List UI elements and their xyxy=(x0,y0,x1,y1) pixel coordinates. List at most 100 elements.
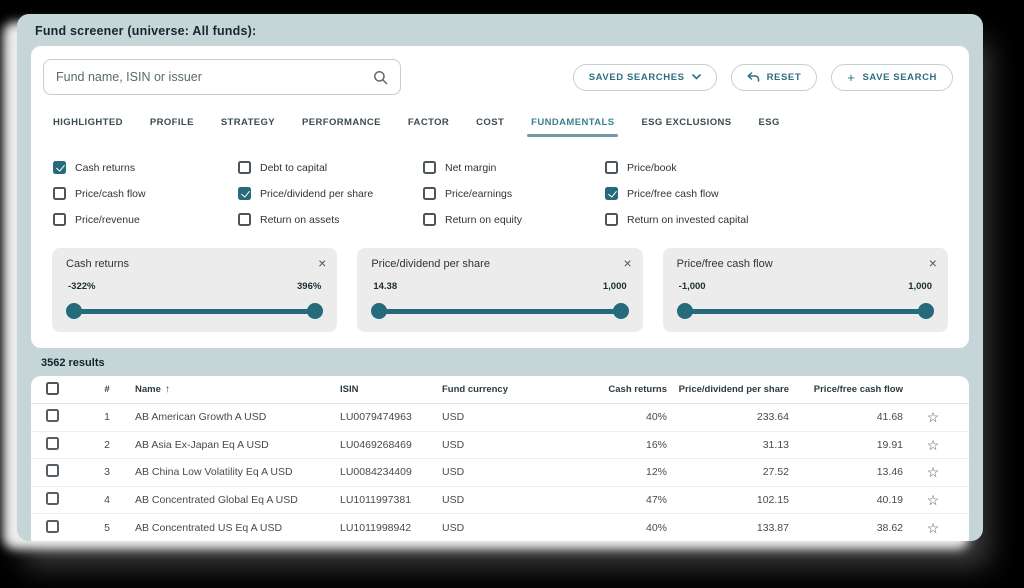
filter-checkbox-return-on-invested-capital[interactable]: Return on invested capital xyxy=(605,213,969,226)
filter-checkbox-debt-to-capital[interactable]: Debt to capital xyxy=(238,161,423,174)
tab-cost[interactable]: COST xyxy=(476,117,504,137)
price-fcf-value: 40.19 xyxy=(876,493,903,506)
tab-fundamentals[interactable]: FUNDAMENTALS xyxy=(527,117,619,137)
favorite-star-icon[interactable]: ☆ xyxy=(903,521,963,535)
checkbox-icon[interactable] xyxy=(53,187,66,200)
table-row[interactable]: 4 AB Concentrated Global Eq A USD LU1011… xyxy=(31,487,969,514)
price-fcf-value: 19.91 xyxy=(876,438,903,451)
tab-profile[interactable]: PROFILE xyxy=(150,117,194,137)
checkbox-label: Price/earnings xyxy=(445,187,513,200)
row-checkbox[interactable] xyxy=(46,464,59,478)
results-count: 3562 results xyxy=(41,357,105,369)
table-row[interactable]: 5 AB Concentrated US Eq A USD LU10119989… xyxy=(31,514,969,541)
fund-name[interactable]: AB China Low Volatility Eq A USD xyxy=(135,466,340,478)
column-header-price-free-cash-flow[interactable]: Price/free cash flow xyxy=(789,384,903,395)
checkbox-label: Net margin xyxy=(445,161,497,174)
checkbox-icon[interactable] xyxy=(53,213,66,226)
favorite-star-icon[interactable]: ☆ xyxy=(903,493,963,507)
select-all-checkbox[interactable] xyxy=(46,381,59,395)
column-header-price-dividend-per-share[interactable]: Price/dividend per share xyxy=(667,384,789,395)
row-number: 3 xyxy=(104,466,110,479)
checkbox-icon[interactable] xyxy=(423,187,436,200)
filter-checkbox-return-on-assets[interactable]: Return on assets xyxy=(238,213,423,226)
price-dividend-value: 27.52 xyxy=(762,466,789,479)
filter-card-title: Price/dividend per share xyxy=(371,258,490,270)
column-header-cash-returns[interactable]: Cash returns xyxy=(572,384,667,395)
close-icon[interactable]: × xyxy=(623,256,631,270)
slider-track xyxy=(73,309,317,314)
slider-handle-min[interactable] xyxy=(676,303,693,319)
column-header-currency[interactable]: Fund currency xyxy=(442,384,572,395)
checkbox-label: Price/dividend per share xyxy=(260,187,374,200)
column-header-isin[interactable]: ISIN xyxy=(340,384,442,395)
price-fcf-value: 38.62 xyxy=(876,521,903,534)
favorite-star-icon[interactable]: ☆ xyxy=(903,465,963,479)
fund-isin: LU1011997381 xyxy=(340,493,412,506)
filter-checkbox-price-book[interactable]: Price/book xyxy=(605,161,969,174)
tab-performance[interactable]: PERFORMANCE xyxy=(302,117,381,137)
slider-handle-max[interactable] xyxy=(917,303,934,319)
filter-card-cash-returns: Cash returns × -322% 396% xyxy=(52,248,338,332)
saved-searches-button[interactable]: SAVED SEARCHES xyxy=(572,63,717,91)
filter-checkbox-price-free-cash-flow[interactable]: Price/free cash flow xyxy=(605,187,969,200)
row-checkbox[interactable] xyxy=(46,519,59,533)
fund-name[interactable]: AB Concentrated US Eq A USD xyxy=(135,522,340,534)
tab-strategy[interactable]: STRATEGY xyxy=(221,117,275,137)
range-slider[interactable] xyxy=(371,303,629,319)
search-input[interactable] xyxy=(56,70,373,84)
tab-esg[interactable]: ESG xyxy=(759,117,780,137)
filter-checkbox-return-on-equity[interactable]: Return on equity xyxy=(423,213,605,226)
price-dividend-value: 233.64 xyxy=(756,411,789,424)
row-checkbox[interactable] xyxy=(46,491,59,505)
filter-checkbox-net-margin[interactable]: Net margin xyxy=(423,161,605,174)
row-checkbox[interactable] xyxy=(46,436,59,450)
checkbox-label: Debt to capital xyxy=(260,161,328,174)
tab-factor[interactable]: FACTOR xyxy=(408,117,449,137)
tab-esg-exclusions[interactable]: ESG EXCLUSIONS xyxy=(641,117,731,137)
favorite-star-icon[interactable]: ☆ xyxy=(903,438,963,452)
checkbox-icon[interactable] xyxy=(423,161,436,174)
range-slider[interactable] xyxy=(66,303,324,319)
range-max-value: 1,000 xyxy=(908,281,932,292)
checkbox-icon[interactable] xyxy=(53,161,66,174)
range-slider[interactable] xyxy=(676,303,934,319)
checkbox-icon[interactable] xyxy=(238,187,251,200)
checkbox-label: Price/revenue xyxy=(75,213,140,226)
page-title: Fund screener (universe: All funds): xyxy=(35,24,257,38)
slider-track xyxy=(378,309,622,314)
fund-isin: LU0469268469 xyxy=(340,438,412,451)
close-icon[interactable]: × xyxy=(318,256,326,270)
filter-checkbox-price-cash-flow[interactable]: Price/cash flow xyxy=(53,187,238,200)
fund-currency: USD xyxy=(442,521,465,534)
checkbox-icon[interactable] xyxy=(605,213,618,226)
column-header-name[interactable]: Name ↑ xyxy=(135,384,340,395)
search-box[interactable] xyxy=(43,59,401,95)
tab-highlighted[interactable]: HIGHLIGHTED xyxy=(53,117,123,137)
reset-button[interactable]: RESET xyxy=(730,63,818,91)
checkbox-icon[interactable] xyxy=(238,161,251,174)
filter-checkbox-price-revenue[interactable]: Price/revenue xyxy=(53,213,238,226)
checkbox-icon[interactable] xyxy=(423,213,436,226)
slider-handle-min[interactable] xyxy=(371,303,388,319)
filter-checkbox-cash-returns[interactable]: Cash returns xyxy=(53,161,238,174)
slider-track xyxy=(683,309,927,314)
save-search-button[interactable]: + SAVE SEARCH xyxy=(831,63,953,91)
checkbox-icon[interactable] xyxy=(605,161,618,174)
row-checkbox[interactable] xyxy=(46,409,59,423)
slider-handle-max[interactable] xyxy=(612,303,629,319)
row-number: 5 xyxy=(104,521,110,534)
table-row[interactable]: 1 AB American Growth A USD LU0079474963 … xyxy=(31,404,969,432)
fund-name[interactable]: AB Asia Ex-Japan Eq A USD xyxy=(135,439,340,451)
table-row[interactable]: 3 AB China Low Volatility Eq A USD LU008… xyxy=(31,459,969,487)
filter-checkbox-price-earnings[interactable]: Price/earnings xyxy=(423,187,605,200)
checkbox-icon[interactable] xyxy=(238,213,251,226)
filter-checkbox-price-dividend-per-share[interactable]: Price/dividend per share xyxy=(238,187,423,200)
table-row[interactable]: 2 AB Asia Ex-Japan Eq A USD LU0469268469… xyxy=(31,432,969,459)
fund-name[interactable]: AB Concentrated Global Eq A USD xyxy=(135,494,340,506)
checkbox-icon[interactable] xyxy=(605,187,618,200)
slider-handle-max[interactable] xyxy=(307,303,324,319)
fund-name[interactable]: AB American Growth A USD xyxy=(135,411,340,423)
favorite-star-icon[interactable]: ☆ xyxy=(903,410,963,424)
slider-handle-min[interactable] xyxy=(66,303,82,319)
close-icon[interactable]: × xyxy=(929,256,937,270)
